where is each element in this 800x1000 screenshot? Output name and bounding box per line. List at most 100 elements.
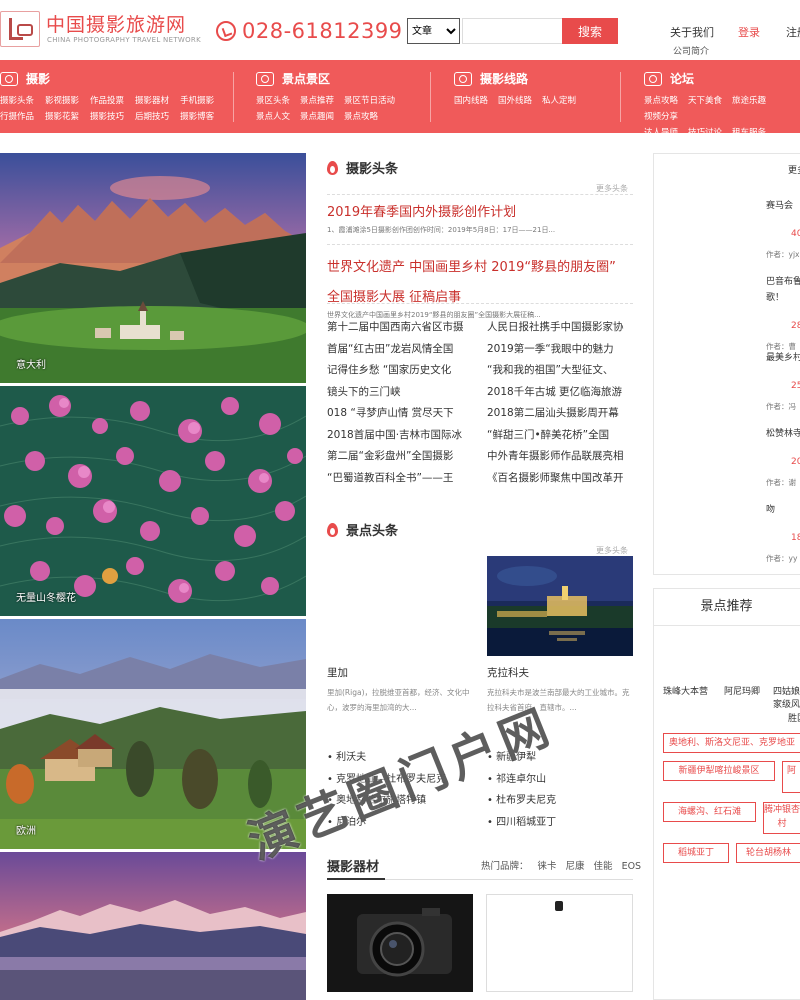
nav-link[interactable]: 摄影头条 — [0, 93, 34, 109]
news-item[interactable]: 2018千年古城 更亿临海旅游 — [487, 382, 624, 404]
nav-link[interactable]: 达人导师 — [644, 125, 678, 141]
recommend-item[interactable]: 四姑娘山 — [773, 684, 800, 697]
recommend-item[interactable]: 珠峰大本营 — [663, 684, 708, 697]
nav-link[interactable]: 景点攻略 — [644, 93, 678, 109]
photo-italy[interactable]: 意大利 — [0, 153, 306, 383]
news-item[interactable]: 2019第一季“我眼中的魅力 — [487, 339, 624, 361]
nav-link[interactable]: 视频分享 — [644, 109, 678, 125]
news-item[interactable]: 记得住乡愁 “国家历史文化 — [327, 360, 464, 382]
nav-link[interactable]: 国外线路 — [498, 93, 532, 109]
recommend-item[interactable]: 胜区 — [788, 711, 800, 724]
news-item[interactable]: 2018首届中国·吉林市国际冰 — [327, 425, 464, 447]
news-item[interactable]: 中外青年摄影师作品联展亮相 — [487, 446, 624, 468]
news-list-right: 人民日报社携手中国摄影家协 2019第一季“我眼中的魅力 “我和我的祖国”大型征… — [487, 317, 624, 489]
spot-name[interactable]: 里加 — [327, 665, 348, 680]
nav-link[interactable]: 摄影技巧 — [90, 109, 124, 125]
gear-tag[interactable]: EOS — [622, 861, 642, 872]
photo-cherry-blossom[interactable]: 无量山冬樱花 — [0, 386, 306, 616]
sidebar-item[interactable]: 歌！ — [766, 290, 784, 303]
nav-link[interactable]: 摄影博客 — [180, 109, 214, 125]
krakow-night-image — [487, 556, 633, 656]
news-item[interactable]: 2018第二届汕头摄影周开幕 — [487, 403, 624, 425]
camera-image[interactable] — [327, 894, 473, 992]
nav-link[interactable]: 影视摄影 — [45, 93, 79, 109]
news-item[interactable]: 人民日报社携手中国摄影家协 — [487, 317, 624, 339]
nav-link[interactable]: 景点趣闻 — [300, 109, 334, 125]
sidebar-more-link[interactable]: 更多 — [788, 163, 800, 176]
headline-link[interactable]: 世界文化遗产 中国画里乡村 2019“黟县的朋友圈” — [327, 256, 616, 275]
nav-title-photography[interactable]: 摄影 — [0, 70, 50, 87]
news-item[interactable]: 第二届“金彩盘州”全国摄影 — [327, 446, 464, 468]
recommend-tag[interactable]: 稻城亚丁 — [663, 843, 729, 863]
register-link[interactable]: 注册 — [786, 24, 800, 40]
search-button[interactable]: 搜索 — [562, 18, 618, 44]
recommend-tag[interactable]: 新疆伊犁喀拉峻景区 — [663, 761, 775, 781]
sidebar-author: 作者：谢 — [766, 478, 796, 487]
about-link[interactable]: 关于我们 — [670, 24, 714, 40]
sidebar-item[interactable]: 赛马会 — [766, 198, 793, 211]
gear-image-placeholder[interactable] — [486, 894, 633, 992]
nav-link[interactable]: 景点推荐 — [300, 93, 334, 109]
spot-image-krakow[interactable] — [487, 556, 633, 656]
phone-number: 028-61812399 — [242, 19, 403, 43]
news-item[interactable]: “鲜甜三门•醉美花桥”全国 — [487, 425, 624, 447]
login-link[interactable]: 登录 — [738, 24, 760, 40]
sidebar-item[interactable]: 吻 — [766, 502, 775, 515]
search-input[interactable] — [462, 18, 567, 44]
nav-link[interactable]: 租车服务 — [732, 125, 766, 141]
nav-title-routes[interactable]: 摄影线路 — [454, 70, 528, 87]
nav-link[interactable]: 私人定制 — [542, 93, 576, 109]
news-item[interactable]: “我和我的祖国”大型征文、 — [487, 360, 624, 382]
recommend-tag[interactable]: 奥地利、斯洛文尼亚、克罗地亚 — [663, 733, 800, 753]
news-item[interactable]: 首届“红古田”龙岩风情全国 — [327, 339, 464, 361]
search-type-select[interactable]: 文章 — [407, 18, 460, 44]
recommend-item[interactable]: 家级风景区 — [773, 697, 800, 710]
gear-brand-tags: 热门品牌： 徕卡 尼康 佳能 EOS — [481, 858, 650, 872]
recommend-tag[interactable]: 阿 — [782, 761, 800, 793]
photo-lake-mountains[interactable] — [0, 852, 306, 1000]
nav-link[interactable]: 景区节日活动 — [344, 93, 395, 109]
nav-link[interactable]: 景点人文 — [256, 109, 290, 125]
company-link[interactable]: 公司简介 — [673, 44, 709, 57]
nav-link[interactable]: 天下美食 — [688, 93, 722, 109]
news-item[interactable]: 第十二届中国西南六省区市摄 — [327, 317, 464, 339]
recommend-tag[interactable]: 腾冲银杏村 — [763, 802, 800, 834]
headline-link[interactable]: 2019年春季国内外摄影创作计划 — [327, 201, 516, 220]
nav-title-scenic[interactable]: 景点景区 — [256, 70, 330, 87]
site-logo[interactable]: 中国摄影旅游网 CHINA PHOTOGRAPHY TRAVEL NETWORK — [0, 8, 205, 48]
sidebar-date: 40 — [791, 229, 800, 239]
nav-link[interactable]: 旅途乐趣 — [732, 93, 766, 109]
nav-link[interactable]: 国内线路 — [454, 93, 488, 109]
gear-tag[interactable]: 徕卡 — [538, 861, 557, 872]
news-item[interactable]: 018 “寻梦庐山情 赏尽天下 — [327, 403, 464, 425]
cherry-blossom-image — [0, 386, 306, 616]
nav-link[interactable]: 行摄作品 — [0, 109, 34, 125]
nav-link[interactable]: 摄影器材 — [135, 93, 169, 109]
nav-link[interactable]: 作品投票 — [90, 93, 124, 109]
sidebar-date: 18 — [791, 533, 800, 543]
sidebar-item[interactable]: 最美乡村 — [766, 350, 800, 363]
nav-link[interactable]: 后期技巧 — [135, 109, 169, 125]
recommend-tag[interactable]: 轮台胡杨林 — [736, 843, 800, 863]
news-item[interactable]: 镜头下的三门峡 — [327, 382, 464, 404]
recommend-item[interactable]: 阿尼玛卿 — [724, 684, 760, 697]
news-item[interactable]: 《百名摄影师聚焦中国改革开 — [487, 468, 624, 490]
nav-title-forum[interactable]: 论坛 — [644, 70, 694, 87]
more-spot-news-link[interactable]: 更多头条 — [596, 545, 628, 556]
gear-tag[interactable]: 佳能 — [594, 861, 613, 872]
news-item[interactable]: “巴蜀道教百科全书”——王 — [327, 468, 464, 490]
sidebar-item[interactable]: 巴音布鲁 — [766, 274, 800, 287]
more-photo-news-link[interactable]: 更多头条 — [596, 183, 628, 194]
nav-link[interactable]: 摄影花絮 — [45, 109, 79, 125]
photo-caption: 意大利 — [16, 360, 46, 371]
nav-link[interactable]: 景点攻略 — [344, 109, 378, 125]
nav-link[interactable]: 技巧讨论 — [688, 125, 722, 141]
nav-link[interactable]: 手机摄影 — [180, 93, 214, 109]
nav-link[interactable]: 景区头条 — [256, 93, 290, 109]
recommend-tag[interactable]: 海螺沟、红石滩 — [663, 802, 756, 822]
sidebar-item[interactable]: 松赞林寺 — [766, 426, 800, 439]
spot-name[interactable]: 克拉科夫 — [487, 665, 529, 680]
spot-item[interactable]: 四川稻城亚丁 — [487, 817, 556, 828]
gear-tag[interactable]: 尼康 — [566, 861, 585, 872]
spot-item[interactable]: 杜布罗夫尼克 — [487, 795, 556, 806]
